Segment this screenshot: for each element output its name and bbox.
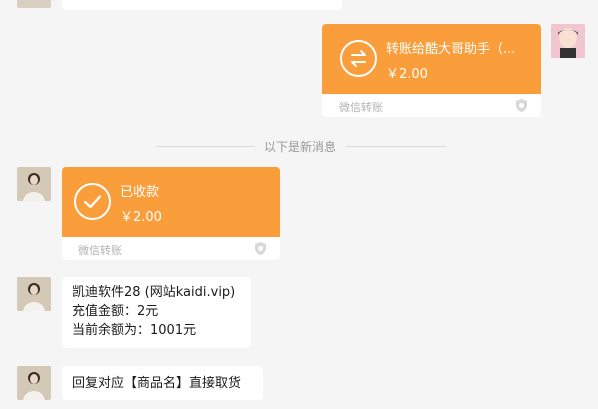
received-transfer-card[interactable]: 已收款 ￥2.00 微信转账 xyxy=(62,167,280,260)
divider-line-left xyxy=(155,146,255,147)
instruction-bubble[interactable]: 回复对应【商品名】直接取货 xyxy=(62,366,263,400)
sender-avatar[interactable] xyxy=(17,167,51,201)
message-line: 凯迪软件28 (网站kaidi.vip) xyxy=(72,285,236,300)
shield-icon xyxy=(514,98,529,116)
transfer-amount: ￥2.00 xyxy=(386,67,428,82)
sender-avatar[interactable] xyxy=(17,277,51,311)
transfer-footer-label: 微信转账 xyxy=(78,244,122,257)
new-messages-divider: 以下是新消息 xyxy=(263,140,336,154)
message-line: 当前余额为：1001元 xyxy=(72,323,197,338)
sender-avatar[interactable] xyxy=(17,366,51,400)
transfer-footer: 微信转账 xyxy=(322,94,541,117)
transfer-title: 已收款 xyxy=(120,185,160,200)
recharge-info-bubble[interactable]: 凯迪软件28 (网站kaidi.vip) 充值金额：2元 当前余额为：1001元 xyxy=(62,277,251,348)
sender-avatar[interactable] xyxy=(17,0,51,8)
divider-line-right xyxy=(346,146,446,147)
sent-transfer-card[interactable]: 转账给酷大哥助手（... ￥2.00 微信转账 xyxy=(322,24,541,117)
check-icon xyxy=(74,183,111,220)
transfer-footer-label: 微信转账 xyxy=(339,101,383,114)
previous-message-bubble xyxy=(62,0,342,10)
shield-icon xyxy=(253,241,268,259)
my-avatar[interactable] xyxy=(551,24,585,58)
transfer-arrows-icon xyxy=(340,40,377,77)
message-text: 回复对应【商品名】直接取货 xyxy=(72,376,242,391)
transfer-title: 转账给酷大哥助手（... xyxy=(386,42,516,57)
transfer-amount: ￥2.00 xyxy=(120,210,162,225)
transfer-footer: 微信转账 xyxy=(62,237,280,260)
message-line: 充值金额：2元 xyxy=(72,304,159,319)
